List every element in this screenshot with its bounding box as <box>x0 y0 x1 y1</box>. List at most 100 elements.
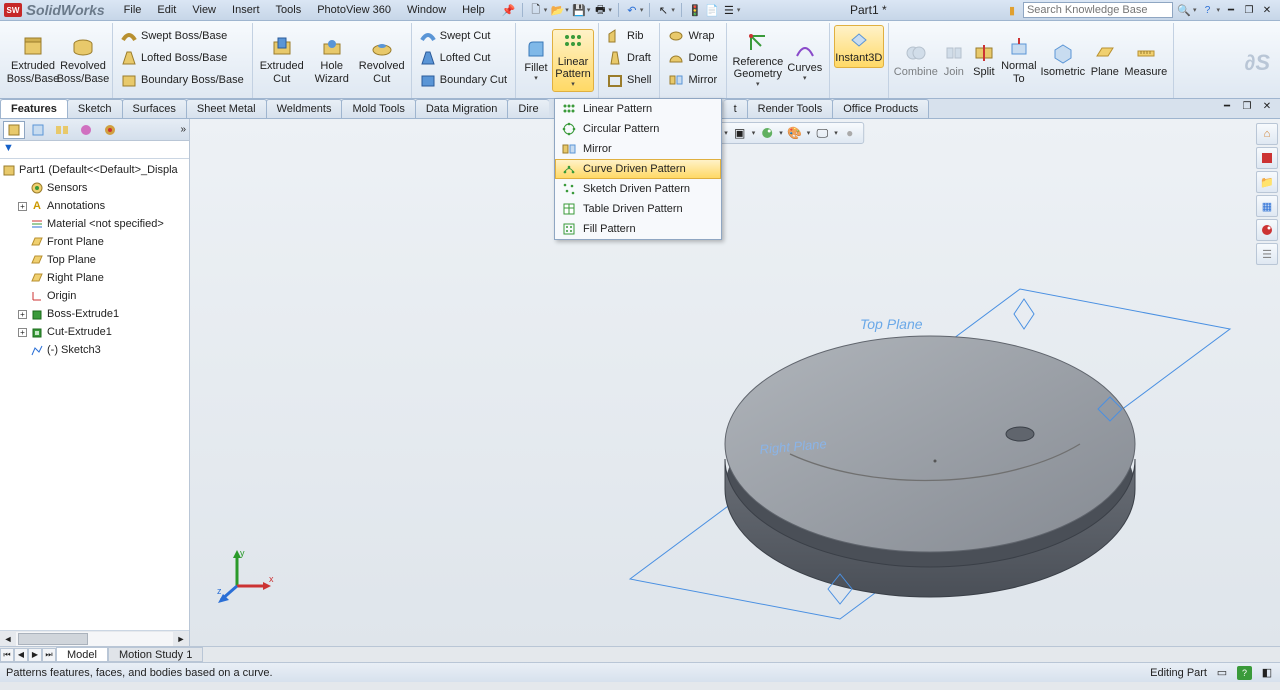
dome-button[interactable]: Dome <box>664 47 721 69</box>
menu-mirror-pattern[interactable]: Mirror <box>555 139 721 159</box>
tab-render-tools[interactable]: Render Tools <box>747 99 834 118</box>
combine-button[interactable]: Combine <box>893 40 939 81</box>
taskpane-home-icon[interactable]: ⌂ <box>1256 123 1278 145</box>
isometric-button[interactable]: Isometric <box>1039 40 1087 81</box>
tree-origin[interactable]: Origin <box>0 287 189 305</box>
doc-restore-button[interactable]: ❐ <box>1240 99 1254 113</box>
scroll-right-icon[interactable]: ► <box>173 634 189 644</box>
revolved-boss-button[interactable]: Revolved Boss/Base <box>58 34 108 87</box>
extruded-cut-button[interactable]: Extruded Cut <box>257 34 307 87</box>
status-options-icon[interactable]: ◧ <box>1260 666 1274 680</box>
extruded-boss-button[interactable]: Extruded Boss/Base <box>8 34 58 87</box>
bottom-tab-motion[interactable]: Motion Study 1 <box>108 647 203 662</box>
menu-view[interactable]: View <box>185 2 223 18</box>
fm-tab-dimx[interactable] <box>75 121 97 139</box>
tab-surfaces[interactable]: Surfaces <box>122 99 187 118</box>
ref-geometry-button[interactable]: Reference Geometry▾ <box>731 30 785 91</box>
nav-last-icon[interactable]: ⏭ <box>42 648 56 662</box>
tab-sheet-metal[interactable]: Sheet Metal <box>186 99 267 118</box>
search-go-icon[interactable]: 🔍 <box>1177 3 1191 17</box>
tree-boss-extrude[interactable]: +Boss-Extrude1 <box>0 305 189 323</box>
nav-prev-icon[interactable]: ◀ <box>14 648 28 662</box>
normal-to-button[interactable]: Normal To <box>999 34 1039 87</box>
menu-linear-pattern[interactable]: Linear Pattern <box>555 99 721 119</box>
help-icon[interactable]: ? <box>1200 3 1214 17</box>
menu-photoview[interactable]: PhotoView 360 <box>310 2 398 18</box>
lofted-cut-button[interactable]: Lofted Cut <box>416 47 495 69</box>
doc-minimize-button[interactable]: ━ <box>1220 99 1234 113</box>
lofted-boss-button[interactable]: Lofted Boss/Base <box>117 47 231 69</box>
rib-button[interactable]: Rib <box>603 25 648 47</box>
menu-edit[interactable]: Edit <box>150 2 183 18</box>
taskpane-appearance-icon[interactable] <box>1256 219 1278 241</box>
new-icon[interactable]: 🗋 <box>529 3 543 17</box>
mirror-button[interactable]: Mirror <box>664 69 721 91</box>
tree-right-plane[interactable]: Right Plane <box>0 269 189 287</box>
nav-next-icon[interactable]: ▶ <box>28 648 42 662</box>
scroll-track[interactable] <box>16 632 173 646</box>
curves-button[interactable]: Curves▾ <box>785 36 825 85</box>
tab-features[interactable]: Features <box>0 99 68 118</box>
menu-table-driven-pattern[interactable]: Table Driven Pattern <box>555 199 721 219</box>
split-button[interactable]: Split <box>969 40 999 81</box>
tree-front-plane[interactable]: Front Plane <box>0 233 189 251</box>
tree-top-plane[interactable]: Top Plane <box>0 251 189 269</box>
select-icon[interactable]: ↖ <box>656 3 670 17</box>
taskpane-custom-icon[interactable]: ☰ <box>1256 243 1278 265</box>
open-icon[interactable]: 📂 <box>550 3 564 17</box>
tab-mold-tools[interactable]: Mold Tools <box>341 99 415 118</box>
shell-button[interactable]: Shell <box>603 69 655 91</box>
options-icon[interactable]: 📄 <box>705 3 719 17</box>
boundary-cut-button[interactable]: Boundary Cut <box>416 69 511 91</box>
linear-pattern-button[interactable]: Linear Pattern▾ <box>552 29 594 92</box>
tab-office-products[interactable]: Office Products <box>832 99 929 118</box>
restore-button[interactable]: ❐ <box>1242 3 1256 17</box>
tab-weldments[interactable]: Weldments <box>266 99 343 118</box>
fm-tab-config[interactable] <box>51 121 73 139</box>
tree-root[interactable]: Part1 (Default<<Default>_Displa <box>0 161 189 179</box>
expand-icon[interactable]: + <box>18 310 27 319</box>
tree-sensors[interactable]: Sensors <box>0 179 189 197</box>
status-units-icon[interactable]: ▭ <box>1215 666 1229 680</box>
taskpane-palette-icon[interactable]: ▦ <box>1256 195 1278 217</box>
tree-material[interactable]: Material <not specified> <box>0 215 189 233</box>
wrap-button[interactable]: Wrap <box>664 25 718 47</box>
search-input[interactable] <box>1023 2 1173 18</box>
minimize-button[interactable]: ━ <box>1224 3 1238 17</box>
tree-cut-extrude[interactable]: +Cut-Extrude1 <box>0 323 189 341</box>
graphics-viewport[interactable]: 🔍 ⬚ ↶ ◐ 🧊▾ ▣▾ ▾ 🎨▾ 🖵▾ ● ⌂ 📁 ▦ ☰ Top Plan… <box>190 119 1280 646</box>
menu-circular-pattern[interactable]: Circular Pattern <box>555 119 721 139</box>
sidebar-hscroll[interactable]: ◄ ► <box>0 630 189 646</box>
menu-sketch-driven-pattern[interactable]: Sketch Driven Pattern <box>555 179 721 199</box>
fm-tab-tree[interactable] <box>3 121 25 139</box>
join-button[interactable]: Join <box>939 40 969 81</box>
menu-curve-driven-pattern[interactable]: Curve Driven Pattern <box>555 159 721 179</box>
expand-icon[interactable]: + <box>18 328 27 337</box>
render-preview-icon[interactable]: ● <box>841 124 859 142</box>
status-rebuild-icon[interactable]: ? <box>1237 666 1252 680</box>
pin-icon[interactable]: 📌 <box>502 3 516 17</box>
menu-fill-pattern[interactable]: Fill Pattern <box>555 219 721 239</box>
display-style-icon[interactable]: ▣ <box>731 124 749 142</box>
menu-insert[interactable]: Insert <box>225 2 267 18</box>
fm-filter-row[interactable]: ▼ <box>0 141 189 159</box>
taskpane-explorer-icon[interactable]: 📁 <box>1256 171 1278 193</box>
hole-wizard-button[interactable]: Hole Wizard <box>307 34 357 87</box>
save-icon[interactable]: 💾 <box>572 3 586 17</box>
menu-file[interactable]: File <box>117 2 149 18</box>
instant3d-button[interactable]: Instant3D <box>834 25 884 68</box>
hide-show-icon[interactable] <box>758 124 776 142</box>
tab-direct-editing[interactable]: Dire <box>507 99 548 118</box>
fillet-button[interactable]: Fillet▾ <box>520 36 552 85</box>
menu-tools[interactable]: Tools <box>269 2 309 18</box>
boundary-boss-button[interactable]: Boundary Boss/Base <box>117 69 248 91</box>
tab-hidden-2[interactable]: t <box>724 99 748 118</box>
plane-button[interactable]: Plane <box>1087 40 1123 81</box>
fm-expand-icon[interactable]: » <box>180 124 186 135</box>
rebuild-icon[interactable]: 🚦 <box>688 3 702 17</box>
appearance-icon[interactable]: 🖵 <box>813 124 831 142</box>
expand-icon[interactable]: + <box>18 202 27 211</box>
fm-tab-render[interactable] <box>99 121 121 139</box>
swept-cut-button[interactable]: Swept Cut <box>416 25 495 47</box>
taskpane-library-icon[interactable] <box>1256 147 1278 169</box>
